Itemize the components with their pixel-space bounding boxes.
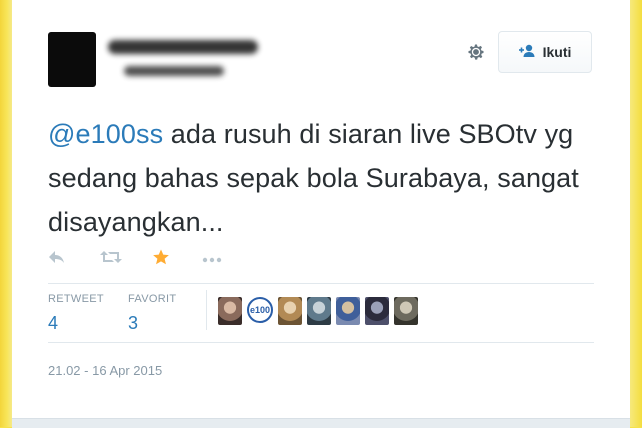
favorite-stat[interactable]: FAVORIT 3 — [128, 293, 176, 334]
engager-avatar[interactable] — [394, 297, 418, 325]
engager-avatar[interactable] — [336, 297, 360, 325]
engager-avatar[interactable] — [278, 297, 302, 325]
tweet-text: @e100ss ada rusuh di siaran live SBOtv y… — [48, 112, 608, 244]
favorite-label: FAVORIT — [128, 293, 177, 305]
add-user-icon — [518, 44, 537, 61]
author-name-redacted — [108, 40, 258, 54]
left-yellow-border — [0, 0, 12, 427]
retweet-label: RETWEET — [48, 293, 104, 305]
favorite-count: 3 — [128, 313, 139, 333]
mention-link[interactable]: @e100ss — [48, 119, 163, 149]
tweet-card: Ikuti @e100ss ada rusuh di siaran live S… — [12, 0, 630, 428]
more-button[interactable] — [202, 248, 242, 270]
more-icon — [202, 250, 222, 268]
tweet-actions — [48, 248, 242, 270]
favorite-button[interactable] — [152, 248, 202, 270]
tweet-text-line-3: disayangkan... — [48, 207, 224, 237]
star-icon — [152, 248, 170, 271]
retweet-icon — [100, 249, 122, 270]
retweet-count: 4 — [48, 313, 59, 333]
stats-top-divider — [48, 283, 594, 284]
engager-avatar[interactable] — [365, 297, 389, 325]
stats-vertical-divider — [206, 290, 207, 330]
tweet-text-line-2: sedang bahas sepak bola Surabaya, sangat — [48, 163, 579, 193]
gear-icon[interactable] — [464, 40, 488, 64]
retweet-button[interactable] — [100, 248, 152, 270]
reply-icon — [48, 249, 66, 270]
tweet-timestamp[interactable]: 21.02 - 16 Apr 2015 — [48, 363, 162, 378]
engager-avatars: e100 — [218, 297, 418, 325]
engager-avatar-e100-logo[interactable]: e100 — [247, 297, 273, 323]
author-identity-redacted[interactable] — [108, 38, 268, 82]
reply-button[interactable] — [48, 248, 100, 270]
retweet-stat[interactable]: RETWEET 4 — [48, 293, 104, 334]
author-avatar[interactable] — [48, 32, 96, 87]
tweet-text-line-1: ada rusuh di siaran live SBOtv yg — [163, 119, 574, 149]
author-handle-redacted — [124, 66, 224, 76]
right-yellow-border — [630, 0, 642, 427]
follow-button-label: Ikuti — [542, 44, 572, 60]
follow-button[interactable]: Ikuti — [498, 31, 592, 73]
engager-avatar[interactable] — [307, 297, 331, 325]
engager-avatar[interactable] — [218, 297, 242, 325]
stats-bottom-divider — [48, 342, 594, 343]
